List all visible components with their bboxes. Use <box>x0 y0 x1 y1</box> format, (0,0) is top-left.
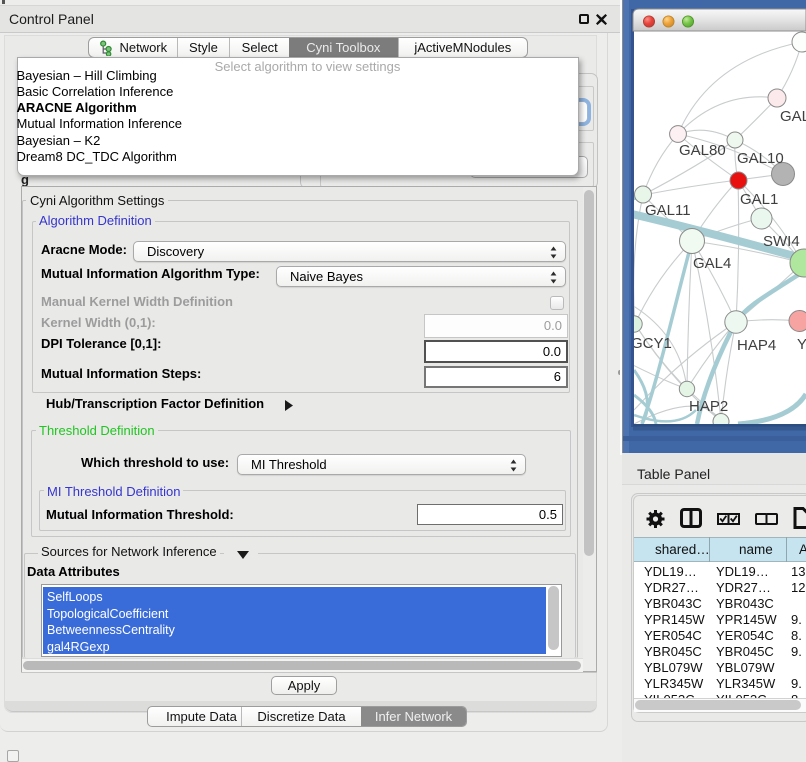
svg-text:GAL11: GAL11 <box>645 202 691 219</box>
svg-text:GAL4: GAL4 <box>693 255 731 272</box>
svg-text:GAL10: GAL10 <box>737 150 784 167</box>
svg-text:GCY1: GCY1 <box>631 335 672 352</box>
svg-text:GAL2: GAL2 <box>780 108 806 125</box>
svg-text:Y: Y <box>797 336 806 353</box>
svg-text:HAP4: HAP4 <box>737 337 776 354</box>
svg-text:HAP2: HAP2 <box>689 398 728 415</box>
svg-text:SWI4: SWI4 <box>763 233 800 250</box>
svg-text:GAL1: GAL1 <box>740 191 778 208</box>
svg-text:GAL80: GAL80 <box>679 142 726 159</box>
